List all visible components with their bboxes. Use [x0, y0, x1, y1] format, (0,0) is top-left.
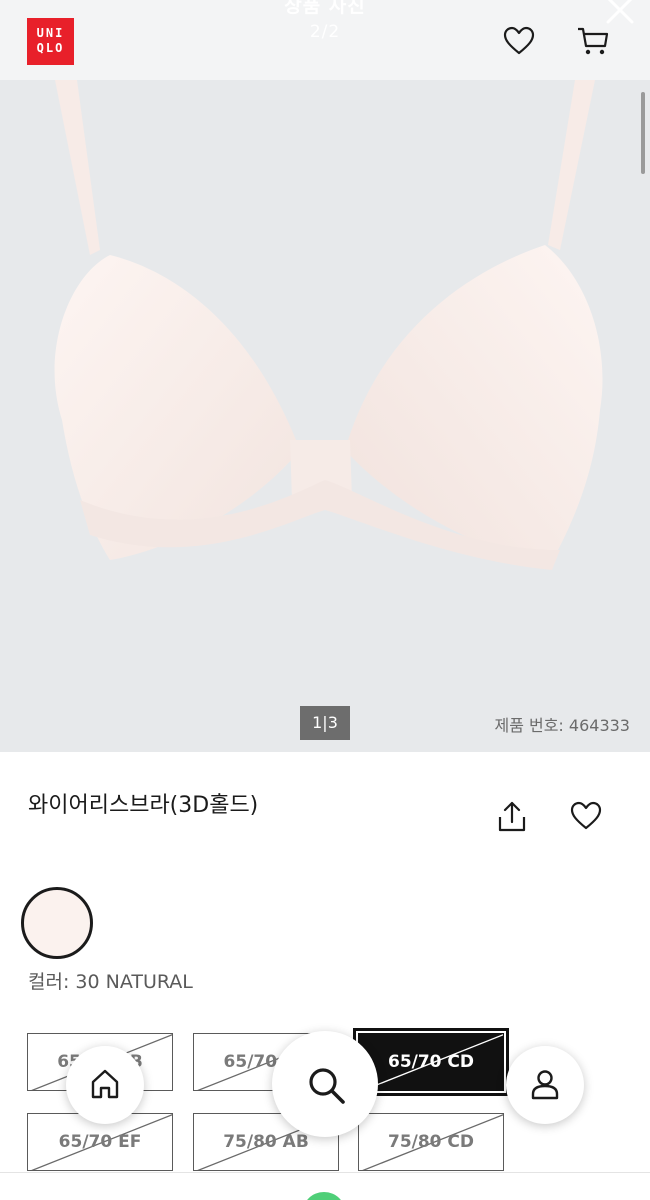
account-button[interactable]: [506, 1046, 584, 1124]
home-icon: [91, 1069, 119, 1099]
viewer-title: 상품 사진: [284, 0, 366, 17]
logo-line-2: QLO: [36, 41, 65, 55]
image-pager: 1|3: [300, 706, 350, 740]
size-label: 65/70 EF: [58, 1132, 142, 1152]
product-title: 와이어리스브라(3D홀드): [28, 793, 259, 818]
size-label: 65/70 CD: [387, 1052, 475, 1072]
product-image: [54, 80, 603, 570]
size-option[interactable]: 75/80 CD: [358, 1113, 504, 1171]
chat-button[interactable]: [302, 1192, 346, 1200]
color-swatch[interactable]: [21, 887, 93, 959]
search-icon: [309, 1068, 345, 1104]
product-number: 제품 번호: 464333: [494, 716, 630, 735]
scrollbar[interactable]: [641, 92, 645, 174]
color-label: 컬러: 30 NATURAL: [28, 971, 193, 993]
share-icon[interactable]: [496, 800, 528, 834]
size-label: 75/80 AB: [223, 1132, 309, 1152]
search-button[interactable]: [272, 1031, 378, 1137]
user-icon: [531, 1070, 559, 1100]
home-button[interactable]: [66, 1046, 144, 1124]
product-image-gallery[interactable]: 1|3 제품 번호: 464333: [0, 0, 650, 752]
size-option-selected[interactable]: 65/70 CD: [353, 1028, 509, 1096]
viewer-counter: 2/2: [309, 22, 341, 42]
close-icon[interactable]: [600, 0, 640, 32]
wishlist-icon[interactable]: [569, 800, 603, 832]
divider: [0, 1172, 650, 1173]
size-label: 75/80 CD: [387, 1132, 475, 1152]
